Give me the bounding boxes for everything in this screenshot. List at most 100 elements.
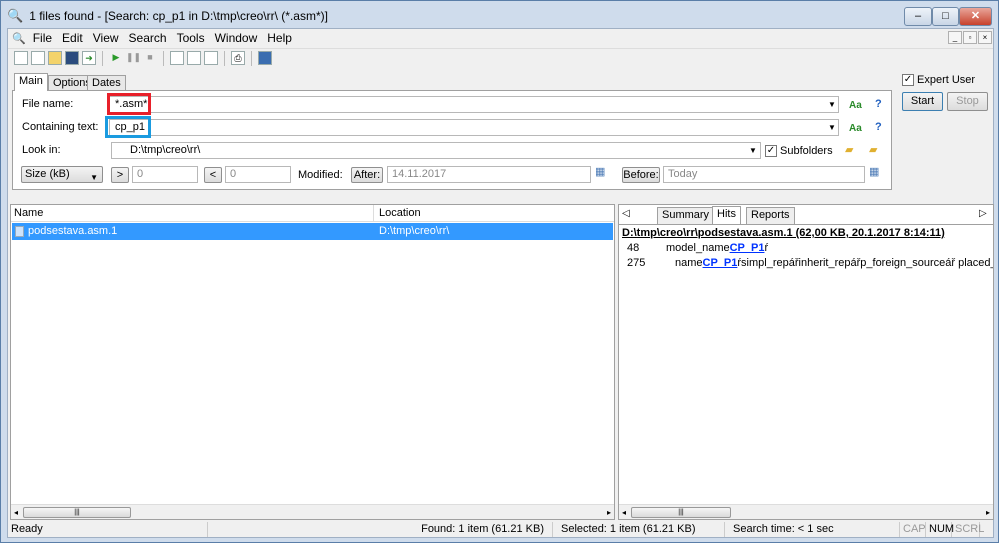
row-name: podsestava.asm.1 xyxy=(28,225,118,237)
column-location[interactable]: Location xyxy=(373,205,421,221)
app-icon: 🔍 xyxy=(12,32,26,45)
title-bar: 🔍 1 files found - [Search: cp_p1 in D:\t… xyxy=(7,8,328,24)
file-name-highlight: *.asm* xyxy=(107,93,151,115)
max-size-input[interactable]: 0 xyxy=(225,166,291,183)
menu-bar: 🔍 File Edit View Search Tools Window Hel… xyxy=(8,29,993,47)
settings-file-icon[interactable] xyxy=(204,51,218,65)
mdi-close-button[interactable]: × xyxy=(978,31,992,44)
stop-button[interactable]: Stop xyxy=(947,92,988,111)
before-date-input[interactable]: Today xyxy=(663,166,865,183)
less-than-button[interactable]: < xyxy=(204,167,222,183)
columns-icon[interactable] xyxy=(187,51,201,65)
tab-summary[interactable]: Summary xyxy=(657,207,715,224)
menu-tools[interactable]: Tools xyxy=(172,31,210,45)
scroll-right-icon[interactable]: ▸ xyxy=(607,508,611,517)
file-icon xyxy=(15,226,24,237)
scroll-left-icon[interactable]: ◂ xyxy=(14,508,18,517)
menu-window[interactable]: Window xyxy=(210,31,263,45)
minimize-button[interactable]: – xyxy=(904,7,932,26)
column-name[interactable]: Name xyxy=(14,205,43,221)
mdi-minimize-button[interactable]: _ xyxy=(948,31,962,44)
before-calendar-icon[interactable]: ▦ xyxy=(869,165,879,178)
scroll-thumb[interactable]: ||| xyxy=(23,507,131,518)
after-calendar-icon[interactable]: ▦ xyxy=(595,165,605,178)
details-horizontal-scrollbar[interactable]: ◂ ||| ▸ xyxy=(619,504,993,519)
subfolders-checkbox[interactable]: ✓ xyxy=(765,145,777,157)
text-case-icon[interactable]: Aa xyxy=(849,123,862,134)
menu-file[interactable]: File xyxy=(28,31,57,45)
containing-text-dropdown-icon[interactable]: ▼ xyxy=(828,123,836,132)
stop-icon[interactable]: ■ xyxy=(143,51,157,65)
after-date-input[interactable]: 14.11.2017 xyxy=(387,166,591,183)
scroll-thumb[interactable]: ||| xyxy=(631,507,731,518)
case-sensitive-icon[interactable]: Aa xyxy=(849,100,862,111)
exit-icon[interactable] xyxy=(258,51,272,65)
hit-pre: name xyxy=(675,257,703,269)
toolbar-separator xyxy=(102,50,103,66)
after-button[interactable]: After: xyxy=(351,167,383,183)
menu-search[interactable]: Search xyxy=(124,31,172,45)
status-num: NUM xyxy=(926,522,954,537)
hit-pre: model_name xyxy=(666,242,730,254)
file-name-help-icon[interactable]: ? xyxy=(875,98,882,110)
tab-main[interactable]: Main xyxy=(14,73,48,91)
open-icon[interactable] xyxy=(48,51,62,65)
hit-post: ŕ xyxy=(764,242,769,254)
menu-edit[interactable]: Edit xyxy=(57,31,88,45)
toolbar-separator xyxy=(224,50,225,66)
close-button[interactable]: ✕ xyxy=(959,7,992,26)
hit-match-link[interactable]: CP_P1 xyxy=(730,242,765,254)
folders-icon[interactable]: ▰ xyxy=(869,143,877,156)
hit-line: 48 model_nameCP_P1ŕ xyxy=(627,242,993,254)
tab-scroll-left-icon[interactable]: ◁ xyxy=(622,208,630,219)
maximize-button[interactable]: □ xyxy=(932,7,959,26)
expert-user-checkbox[interactable]: ✓ xyxy=(902,74,914,86)
hit-match-link[interactable]: CP_P1 xyxy=(703,257,738,269)
modified-label: Modified: xyxy=(298,169,343,181)
look-in-dropdown-icon[interactable]: ▼ xyxy=(749,146,757,155)
status-scrl: SCRL xyxy=(952,522,984,537)
containing-text-help-icon[interactable]: ? xyxy=(875,121,882,133)
status-bar: Ready Found: 1 item (61.21 KB) Selected:… xyxy=(8,521,993,538)
file-name-input[interactable] xyxy=(109,96,839,113)
hit-line-number: 48 xyxy=(627,242,640,254)
hit-file-header: D:\tmp\creo\rr\podsestava.asm.1 (62,00 K… xyxy=(622,227,945,239)
look-in-input[interactable]: D:\tmp\creo\rr\ xyxy=(111,142,761,159)
greater-than-button[interactable]: > xyxy=(111,167,129,183)
pause-icon[interactable]: ❚❚ xyxy=(126,51,141,65)
hit-line: 275 nameCP_P1ŕsimpl_repářinherit_repářp_f… xyxy=(627,257,993,269)
layout-icon[interactable] xyxy=(170,51,184,65)
results-list: Name Location podsestava.asm.1 D:\tmp\cr… xyxy=(10,204,615,520)
export-icon[interactable]: ➜ xyxy=(82,51,96,65)
copy-icon[interactable] xyxy=(31,51,45,65)
scroll-right-icon[interactable]: ▸ xyxy=(986,508,990,517)
file-name-dropdown-icon[interactable]: ▼ xyxy=(828,100,836,109)
toolbar-separator xyxy=(251,50,252,66)
containing-text-highlight: cp_p1 xyxy=(105,116,151,138)
menu-view[interactable]: View xyxy=(88,31,124,45)
min-size-input[interactable]: 0 xyxy=(132,166,198,183)
before-button[interactable]: Before: xyxy=(622,167,660,183)
browse-folder-icon[interactable]: ▰ xyxy=(845,143,853,156)
print-icon[interactable]: ⎙ xyxy=(231,51,245,65)
table-row[interactable]: podsestava.asm.1 D:\tmp\creo\rr\ xyxy=(12,223,613,240)
play-icon[interactable]: ▶ xyxy=(109,51,123,65)
tab-reports[interactable]: Reports xyxy=(746,207,795,224)
tab-dates[interactable]: Dates xyxy=(87,75,126,91)
look-in-label: Look in: xyxy=(22,144,61,156)
scroll-left-icon[interactable]: ◂ xyxy=(622,508,626,517)
mdi-restore-button[interactable]: ▫ xyxy=(963,31,977,44)
status-cap: CAP xyxy=(900,522,926,537)
new-icon[interactable] xyxy=(14,51,28,65)
tab-hits[interactable]: Hits xyxy=(712,206,741,224)
containing-text-label: Containing text: xyxy=(22,121,99,133)
containing-text-input[interactable] xyxy=(109,119,839,136)
tab-scroll-right-icon[interactable]: ▷ xyxy=(979,208,987,219)
save-icon[interactable] xyxy=(65,51,79,65)
toolbar: ➜ ▶ ❚❚ ■ ⎙ xyxy=(8,48,993,67)
menu-help[interactable]: Help xyxy=(262,31,297,45)
start-button[interactable]: Start xyxy=(902,92,943,111)
row-location: D:\tmp\creo\rr\ xyxy=(379,225,450,237)
results-horizontal-scrollbar[interactable]: ◂ ||| ▸ xyxy=(11,504,614,519)
size-unit-select[interactable]: Size (kB) ▼ xyxy=(21,166,103,183)
